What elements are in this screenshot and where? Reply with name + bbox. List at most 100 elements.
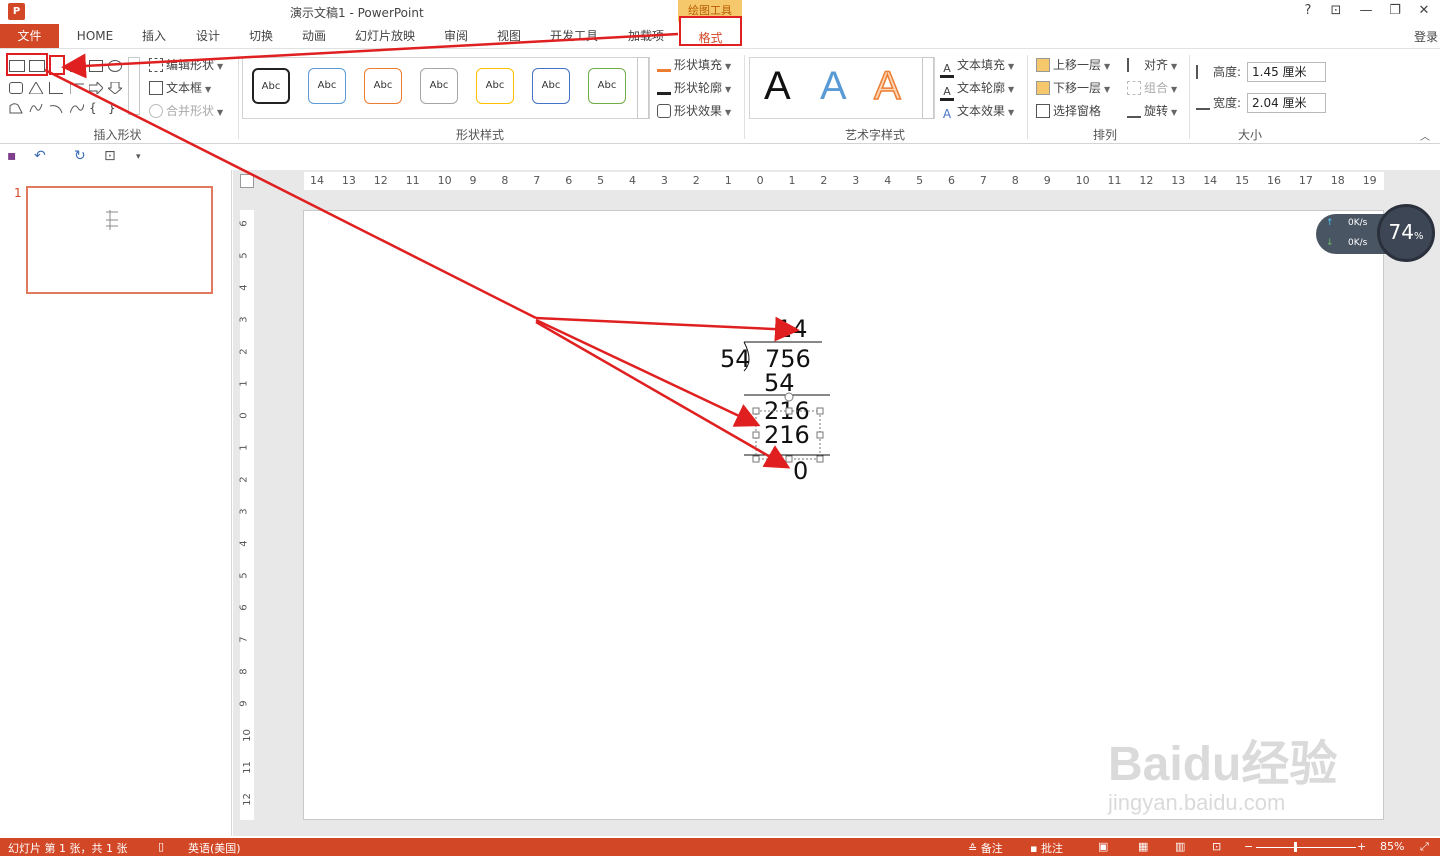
shape-style-1[interactable]: Abc: [252, 68, 290, 104]
shape-fill-button[interactable]: 形状填充 ▼: [657, 56, 731, 74]
width-spinner[interactable]: 2.04 厘米: [1247, 93, 1326, 113]
shape-styles-scroll[interactable]: [637, 57, 649, 119]
rounded-rectangle-shape-icon[interactable]: [9, 82, 23, 94]
slideshow-view-icon[interactable]: ⊡: [1212, 840, 1221, 853]
line-shape-2-icon[interactable]: [70, 60, 84, 72]
spellcheck-icon[interactable]: ▯: [158, 840, 164, 853]
shape-effects-button[interactable]: 形状效果 ▼: [657, 102, 731, 120]
line-shape-icon[interactable]: [49, 55, 65, 75]
shapes-gallery-scroll[interactable]: [128, 57, 140, 115]
powerpoint-logo-icon: P: [8, 3, 25, 20]
group-separator: [238, 55, 239, 139]
curved-connector-shape-icon[interactable]: [69, 82, 84, 94]
text-outline-button[interactable]: A 文本轮廓 ▼: [940, 79, 1014, 101]
edit-shape-button[interactable]: 编辑形状 ▼: [149, 56, 223, 74]
shape-outline-button[interactable]: 形状轮廓 ▼: [657, 79, 731, 97]
height-spinner[interactable]: 1.45 厘米: [1247, 62, 1326, 82]
ruler-tick: 2: [820, 174, 828, 187]
ruler-tick: 15: [1235, 174, 1250, 187]
ruler-tick: 13: [341, 174, 356, 187]
comments-button[interactable]: ▪ 批注: [1030, 840, 1063, 856]
tab-home[interactable]: HOME: [70, 24, 120, 48]
textbox-shape-icon[interactable]: [9, 60, 25, 72]
language-indicator[interactable]: 英语(美国): [188, 840, 241, 856]
wordart-style-blue[interactable]: A: [820, 64, 847, 109]
wordart-style-orange[interactable]: A: [873, 63, 901, 109]
zoom-slider-track[interactable]: [1256, 847, 1356, 848]
zoom-in-icon[interactable]: +: [1357, 840, 1366, 853]
zoom-level[interactable]: 85%: [1380, 840, 1404, 853]
redo-icon[interactable]: ↻: [74, 148, 86, 164]
down-arrow-shape-icon[interactable]: [106, 81, 124, 95]
tab-insert[interactable]: 插入: [134, 24, 174, 48]
shape-style-4[interactable]: Abc: [420, 68, 458, 104]
rotate-button[interactable]: 旋转 ▼: [1127, 102, 1177, 120]
wordart-scroll[interactable]: [922, 57, 934, 119]
rectangle-shape-icon[interactable]: [89, 60, 103, 72]
tab-design[interactable]: 设计: [188, 24, 228, 48]
slide-sorter-icon[interactable]: ▦: [1138, 840, 1148, 853]
text-effects-button[interactable]: A 文本效果 ▼: [940, 102, 1014, 121]
left-brace-shape-icon[interactable]: {: [89, 102, 103, 114]
slide-thumbnail[interactable]: [26, 186, 213, 294]
tab-view[interactable]: 视图: [489, 24, 529, 48]
wordart-style-black[interactable]: A: [764, 64, 791, 109]
minimize-button[interactable]: —: [1356, 2, 1376, 20]
text-box-button[interactable]: 文本框 ▼: [149, 79, 211, 97]
horizontal-ruler: 14 13 12 11 10 9 8 7 6 5 4 3 2 1 0 1 2 3 4 5 6 7 8 9 10 11 12 13 14 1…: [304, 172, 1384, 190]
fit-to-window-icon[interactable]: ⤢: [1420, 840, 1429, 854]
elbow-connector-shape-icon[interactable]: [49, 82, 63, 94]
ruler-tick: 8: [1011, 174, 1019, 187]
right-brace-shape-icon[interactable]: }: [108, 102, 122, 114]
oval-shape-icon[interactable]: [108, 60, 122, 72]
shape-style-7[interactable]: Abc: [588, 68, 626, 104]
tab-transitions[interactable]: 切换: [241, 24, 281, 48]
zoom-slider-thumb[interactable]: [1294, 842, 1297, 852]
ribbon-tabs: 文件 HOME 插入 设计 切换 动画 幻灯片放映 审阅 视图 开发工具 加载项…: [0, 16, 1440, 48]
ribbon-display-options-button[interactable]: ⊡: [1326, 2, 1346, 20]
bring-forward-button[interactable]: 上移一层 ▼: [1036, 56, 1110, 74]
align-button[interactable]: 对齐 ▼: [1127, 56, 1177, 74]
login-link[interactable]: 登录: [1414, 28, 1438, 45]
arc-shape-icon[interactable]: [49, 102, 63, 114]
shape-style-6[interactable]: Abc: [532, 68, 570, 104]
save-icon[interactable]: ▪: [7, 148, 17, 164]
shape-style-2[interactable]: Abc: [308, 68, 346, 104]
group-button[interactable]: 组合 ▼: [1127, 79, 1177, 97]
restore-button[interactable]: ❐: [1385, 2, 1405, 20]
merge-shapes-button[interactable]: 合并形状 ▼: [149, 102, 223, 120]
tab-animations[interactable]: 动画: [294, 24, 334, 48]
shape-style-5[interactable]: Abc: [476, 68, 514, 104]
ruler-tick: 10: [437, 174, 452, 187]
tab-addins[interactable]: 加载项: [620, 24, 672, 48]
customize-qat-icon[interactable]: ▾: [136, 152, 141, 162]
tab-developer[interactable]: 开发工具: [543, 24, 605, 48]
vertical-textbox-shape-icon[interactable]: [29, 60, 45, 72]
selection-pane-button[interactable]: 选择窗格: [1036, 102, 1101, 120]
close-button[interactable]: ✕: [1414, 2, 1434, 20]
tab-review[interactable]: 审阅: [436, 24, 476, 48]
collapse-ribbon-icon[interactable]: ︿: [1420, 128, 1430, 143]
undo-icon[interactable]: ↶: [34, 148, 46, 164]
zoom-out-icon[interactable]: −: [1244, 840, 1253, 853]
freeform-shape-icon[interactable]: [9, 102, 23, 114]
usage-gauge[interactable]: 74%: [1377, 204, 1435, 262]
ruler-tick: 4: [238, 540, 250, 547]
notes-button[interactable]: ≙ 备注: [968, 840, 1003, 856]
tab-file[interactable]: 文件: [0, 24, 59, 48]
tab-slideshow[interactable]: 幻灯片放映: [348, 24, 422, 48]
reading-view-icon[interactable]: ▥: [1175, 840, 1185, 853]
right-arrow-shape-icon[interactable]: [88, 80, 104, 96]
tab-format[interactable]: 格式: [679, 16, 742, 46]
scribble-shape-icon[interactable]: [29, 102, 43, 114]
send-backward-button[interactable]: 下移一层 ▼: [1036, 79, 1110, 97]
shape-style-3[interactable]: Abc: [364, 68, 402, 104]
triangle-shape-icon[interactable]: [28, 81, 44, 95]
text-fill-button[interactable]: A 文本填充 ▼: [940, 56, 1014, 78]
upload-speed: 0K/s: [1348, 218, 1368, 228]
help-button[interactable]: ?: [1298, 2, 1318, 20]
normal-view-icon[interactable]: ▣: [1098, 840, 1108, 853]
ruler-tick: 1: [238, 380, 250, 387]
curve-shape-icon[interactable]: [69, 102, 85, 114]
start-slideshow-icon[interactable]: ⊡: [104, 148, 116, 164]
